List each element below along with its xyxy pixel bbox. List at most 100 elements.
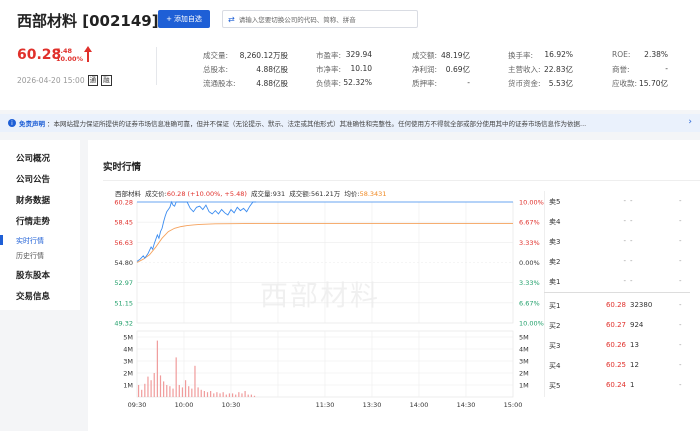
metric-label: 总股本: — [203, 65, 229, 74]
metric-value: 5.53亿 — [548, 79, 573, 88]
ob-volume: - — [630, 257, 633, 265]
metric-item: ROE: 2.38% — [612, 50, 668, 60]
metric-value: 10.10 — [350, 64, 372, 73]
add-watchlist-label: 添加自选 — [173, 15, 202, 23]
ask-row: 卖2- - - — [544, 251, 690, 271]
metric-item: 换手率: 16.92% — [508, 50, 573, 60]
volume-bar — [172, 388, 174, 397]
sidebar-item-company-notice[interactable]: 公司公告 — [16, 173, 50, 185]
disclaimer-bar: i 免责声明 ：本网站提力保证所提供的证券市场信息准确可靠，但并不保证（无论提示… — [0, 114, 700, 132]
metric-item: 成交量: 8,260.12万股 — [203, 50, 288, 60]
order-book: 卖5- - - 卖4- - - 卖3- - - 卖2- - - 卖1- - - 买1 60.28 32380- 买2… — [544, 191, 690, 397]
volume-bar — [137, 385, 140, 397]
volume-tick-label-right: 2M — [519, 370, 529, 378]
sidebar-item-history[interactable]: 历史行情 — [16, 251, 44, 261]
ob-price: - — [623, 277, 626, 285]
chevron-right-icon[interactable]: › — [688, 117, 692, 127]
sidebar-item-trade-info[interactable]: 交易信息 — [16, 290, 50, 302]
stock-title: 西部材料 [002149] — [17, 12, 159, 30]
pct-tick-label: 3.33% — [519, 239, 540, 247]
sidebar-item-financial-data[interactable]: 财务数据 — [16, 194, 50, 206]
ob-level-label: 卖2 — [549, 258, 561, 266]
ob-change: - — [679, 277, 682, 285]
time-tick-label: 10:00 — [175, 401, 194, 409]
bid-row: 买3 60.26 13 - — [544, 335, 690, 355]
ob-price: - — [623, 197, 626, 205]
volume-tick-label: 3M — [123, 358, 133, 366]
sidebar-item-shareholders[interactable]: 股东股本 — [16, 269, 50, 281]
ob-level-label: 买1 — [549, 302, 561, 310]
metric-label: 负债率: — [316, 79, 342, 88]
volume-bar — [244, 391, 246, 397]
stock-search-input[interactable]: ⇄ 请输入您要切换公司的代码、简称、拼音 — [222, 10, 418, 28]
sidebar-item-realtime[interactable]: 实时行情 — [16, 236, 44, 246]
volume-bar — [231, 393, 234, 397]
volume-bar — [188, 386, 190, 397]
volume-bar — [169, 386, 171, 397]
ask-row: 卖4- - - — [544, 211, 690, 231]
ob-price: 60.26 — [605, 341, 626, 349]
time-tick-label: 13:30 — [363, 401, 382, 409]
volume-bar — [163, 381, 165, 397]
ob-volume: - — [630, 277, 633, 285]
volume-bar — [238, 392, 240, 397]
metric-item: 商誉: - — [612, 64, 668, 74]
metric-label: 货币资金: — [508, 79, 541, 88]
order-book-separator — [544, 292, 690, 293]
volume-bar — [235, 394, 237, 397]
price-tick-label: 60.28 — [114, 199, 133, 207]
metric-value: 22.83亿 — [544, 65, 573, 74]
ob-volume: 12 — [630, 361, 639, 369]
sidebar-item-company-overview[interactable]: 公司概况 — [16, 152, 50, 164]
ob-price: 60.28 — [605, 301, 626, 309]
ob-volume: 32380 — [630, 301, 653, 309]
ob-change: - — [679, 301, 682, 309]
pct-tick-label: 6.67% — [519, 219, 540, 227]
ob-change: - — [679, 237, 682, 245]
ob-level-label: 卖1 — [549, 278, 561, 286]
metric-item: 应收款: 15.70亿 — [612, 78, 668, 88]
ob-level-label: 卖5 — [549, 198, 561, 206]
price-tick-label: 56.63 — [114, 239, 133, 247]
volume-tick-label: 1M — [123, 382, 133, 390]
ob-volume: - — [630, 197, 633, 205]
volume-tick-label: 4M — [123, 346, 133, 354]
bid-row: 买1 60.28 32380 - — [544, 295, 690, 315]
bid-row: 买2 60.27 924 - — [544, 315, 690, 335]
volume-tick-label: 2M — [123, 370, 133, 378]
metric-item: 市净率: 10.10 — [316, 64, 372, 74]
ob-volume: 924 — [630, 321, 644, 329]
ob-price: 60.25 — [605, 361, 626, 369]
volume-bar — [228, 393, 231, 397]
add-watchlist-button[interactable]: + 添加自选 — [158, 10, 210, 28]
bid-row: 买4 60.25 12 - — [544, 355, 690, 375]
ob-change: - — [679, 197, 682, 205]
stock-header: 西部材料 [002149] + 添加自选 ⇄ 请输入您要切换公司的代码、简称、拼… — [0, 0, 700, 110]
metric-label: 成交量: — [203, 51, 229, 60]
metric-value: - — [467, 78, 470, 87]
volume-bar — [206, 392, 209, 397]
metric-label: ROE: — [612, 50, 631, 59]
volume-tick-label-right: 1M — [519, 382, 529, 390]
ob-change: - — [679, 321, 682, 329]
price-tick-label: 54.80 — [114, 259, 133, 267]
volume-bar — [222, 392, 224, 397]
volume-bar — [166, 385, 168, 397]
volume-bar — [178, 385, 180, 397]
metric-item: 流通股本: 4.88亿股 — [203, 78, 288, 88]
metric-value: 2.38% — [644, 50, 668, 59]
volume-bar — [147, 376, 149, 397]
sidebar-item-market-trend[interactable]: 行情走势 — [16, 215, 50, 227]
ask-row: 卖3- - - — [544, 231, 690, 251]
metric-item: 成交额: 48.19亿 — [412, 50, 470, 60]
ob-level-label: 卖3 — [549, 238, 561, 246]
metric-label: 质押率: — [412, 79, 438, 88]
volume-bar — [150, 380, 152, 397]
price-tick-label: 51.15 — [114, 299, 133, 307]
metric-value: 15.70亿 — [639, 79, 668, 88]
time-tick-label: 10:30 — [222, 401, 241, 409]
ob-change: - — [679, 381, 682, 389]
volume-bar — [210, 391, 212, 397]
metric-label: 应收款: — [612, 79, 638, 88]
metric-label: 净利润: — [412, 65, 438, 74]
